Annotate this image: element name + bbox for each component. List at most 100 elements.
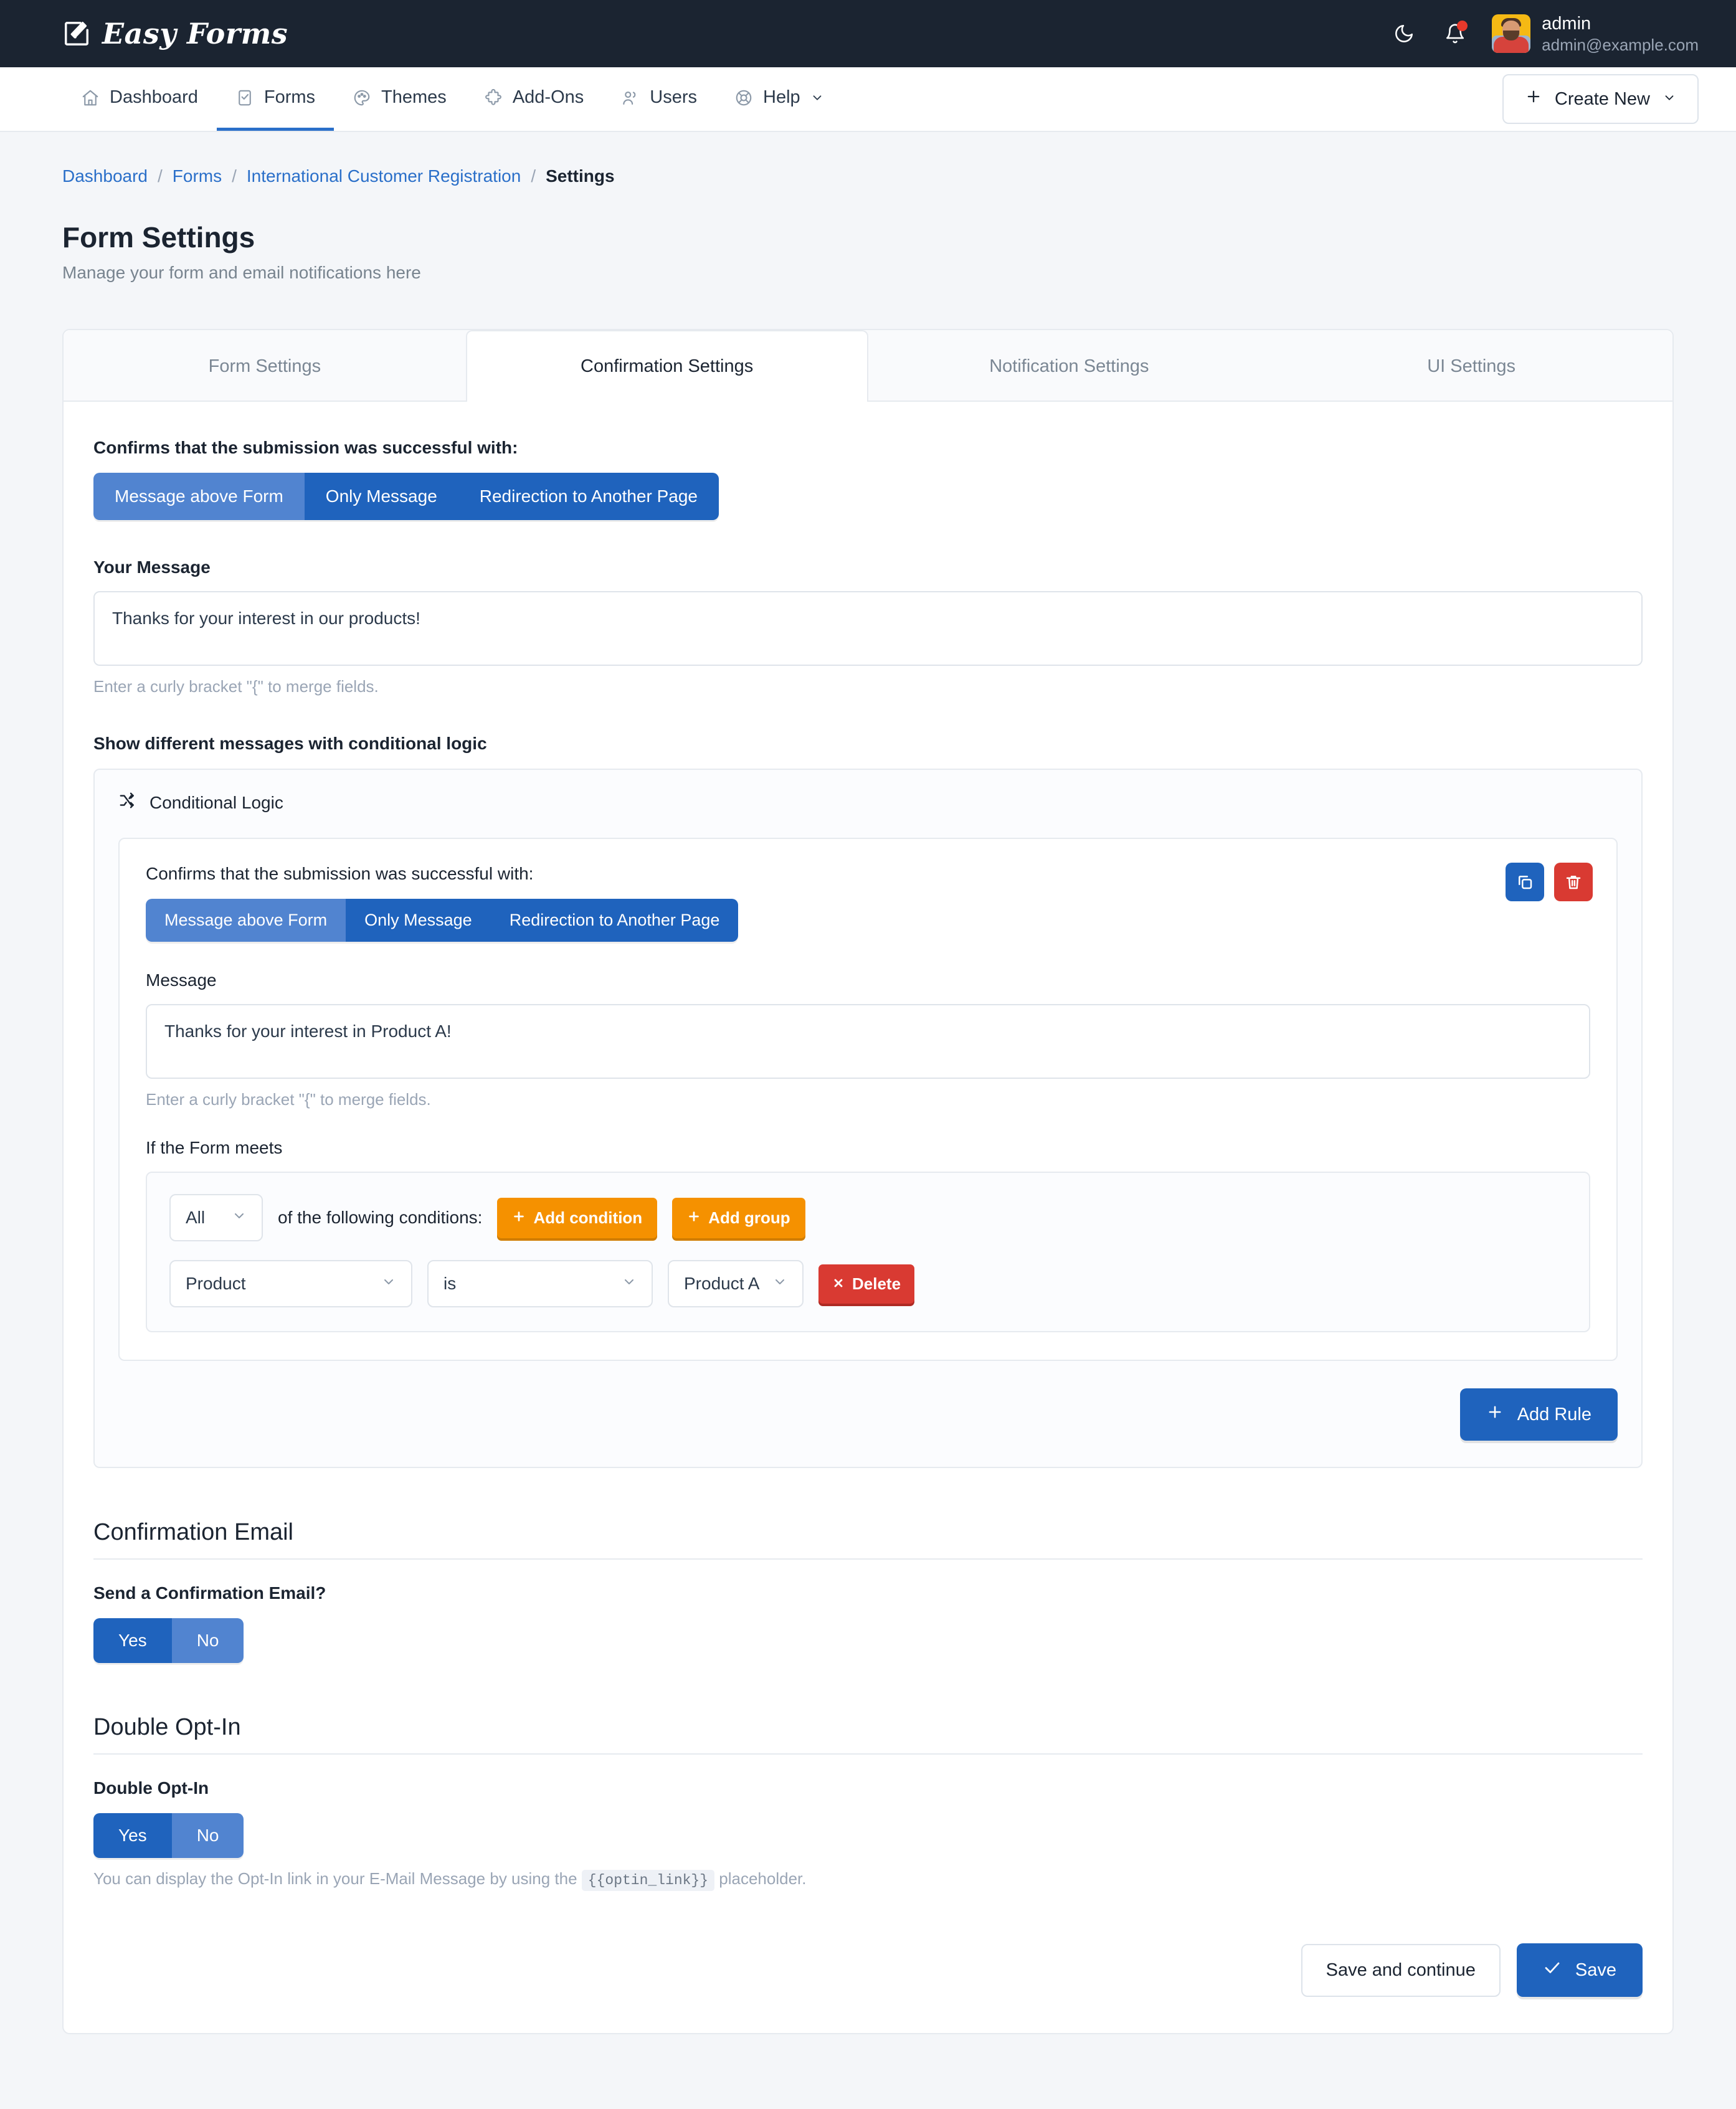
tab-form-settings[interactable]: Form Settings: [64, 330, 466, 402]
send-confirmation-email-no[interactable]: No: [171, 1618, 244, 1663]
conditional-rule: Confirms that the submission was success…: [118, 838, 1618, 1361]
chevron-down-icon: [810, 91, 824, 105]
confirmation-type-group: Message above Form Only Message Redirect…: [93, 473, 719, 520]
tab-ui-settings[interactable]: UI Settings: [1270, 330, 1672, 402]
nav-right: Create New: [1502, 67, 1699, 131]
create-new-button[interactable]: Create New: [1502, 74, 1699, 124]
rule-type-option-only-message[interactable]: Only Message: [346, 899, 491, 942]
tab-confirmation-settings[interactable]: Confirmation Settings: [465, 330, 868, 402]
if-form-meets-label: If the Form meets: [146, 1138, 283, 1157]
nav-item-themes[interactable]: Themes: [334, 67, 465, 131]
confirmation-type-option-only-message[interactable]: Only Message: [304, 473, 458, 520]
nav-item-addons[interactable]: Add-Ons: [465, 67, 602, 131]
delete-condition-label: Delete: [852, 1274, 901, 1293]
your-message-hint: Enter a curly bracket "{" to merge field…: [93, 677, 379, 696]
rule-type-group: Message above Form Only Message Redirect…: [146, 899, 739, 942]
rule-message-label: Message: [146, 970, 217, 990]
close-icon: [832, 1274, 845, 1294]
confirmation-email-section: Confirmation Email Send a Confirmation E…: [93, 1519, 1643, 1663]
form-edit-icon: [62, 19, 91, 48]
match-type-value: All: [186, 1208, 206, 1227]
palette-icon: [353, 88, 371, 107]
conditional-logic-footer: Add Rule: [118, 1388, 1618, 1441]
breadcrumb: Dashboard / Forms / International Custom…: [62, 132, 1674, 186]
shuffle-icon: [118, 791, 137, 814]
add-rule-button[interactable]: Add Rule: [1459, 1388, 1618, 1441]
nav-item-help[interactable]: Help: [716, 67, 843, 131]
condition-builder-toolbar: All of the following conditions: Add con…: [169, 1194, 1567, 1241]
your-message-input[interactable]: Thanks for your interest in our products…: [93, 591, 1643, 666]
brand-logo[interactable]: Easy Forms: [62, 17, 288, 50]
save-and-continue-button[interactable]: Save and continue: [1301, 1943, 1501, 1997]
chevron-down-icon: [232, 1208, 247, 1228]
nav-label: Forms: [263, 87, 316, 107]
check-icon: [1543, 1958, 1562, 1982]
condition-value-select[interactable]: Product A: [668, 1260, 804, 1307]
page-content: Dashboard / Forms / International Custom…: [0, 132, 1736, 2034]
double-optin-no[interactable]: No: [171, 1813, 244, 1858]
double-optin-label: Double Opt-In: [93, 1778, 209, 1798]
condition-operator-select[interactable]: is: [427, 1260, 653, 1307]
double-optin-title: Double Opt-In: [93, 1714, 1643, 1755]
page-title: Form Settings: [62, 221, 255, 254]
nav-items: Dashboard Forms Themes Add-Ons Users Hel…: [62, 67, 843, 131]
form-check-icon: [235, 88, 254, 107]
trash-icon[interactable]: [1554, 863, 1593, 901]
settings-tabs: Form Settings Confirmation Settings Noti…: [64, 330, 1672, 402]
bell-icon[interactable]: [1441, 19, 1469, 48]
main-nav: Dashboard Forms Themes Add-Ons Users Hel…: [0, 67, 1736, 132]
rule-type-label: Confirms that the submission was success…: [146, 864, 534, 883]
condition-operator-value: is: [443, 1274, 457, 1293]
create-new-label: Create New: [1554, 88, 1650, 109]
plus-icon: [1525, 88, 1542, 110]
rule-message-hint: Enter a curly bracket "{" to merge field…: [146, 1090, 431, 1109]
nav-item-users[interactable]: Users: [602, 67, 716, 131]
breadcrumb-separator: /: [232, 166, 237, 186]
home-icon: [81, 88, 100, 107]
chevron-down-icon: [622, 1274, 637, 1294]
top-bar: Easy Forms admin admin@example.com: [0, 0, 1736, 67]
nav-label: Dashboard: [110, 87, 198, 107]
chevron-down-icon: [1662, 89, 1676, 110]
delete-condition-button[interactable]: Delete: [818, 1264, 915, 1304]
breadcrumb-forms[interactable]: Forms: [173, 166, 222, 186]
confirmation-type-option-message-above-form[interactable]: Message above Form: [93, 473, 305, 520]
double-optin-yes[interactable]: Yes: [93, 1813, 172, 1858]
rule-message-input[interactable]: Thanks for your interest in Product A!: [146, 1004, 1590, 1079]
nav-item-forms[interactable]: Forms: [216, 67, 334, 131]
breadcrumb-form-name[interactable]: International Customer Registration: [247, 166, 521, 186]
confirmation-email-title: Confirmation Email: [93, 1519, 1643, 1560]
save-button[interactable]: Save: [1516, 1943, 1643, 1997]
copy-icon[interactable]: [1506, 863, 1544, 901]
breadcrumb-dashboard[interactable]: Dashboard: [62, 166, 148, 186]
conditional-logic-header: Conditional Logic: [118, 791, 1618, 814]
of-following-conditions-label: of the following conditions:: [278, 1208, 483, 1227]
nav-item-dashboard[interactable]: Dashboard: [62, 67, 217, 131]
moon-icon[interactable]: [1390, 19, 1418, 48]
page-subtitle: Manage your form and email notifications…: [62, 263, 421, 282]
rule-type-option-message-above-form[interactable]: Message above Form: [146, 899, 346, 942]
user-menu[interactable]: admin admin@example.com: [1492, 12, 1699, 55]
add-group-label: Add group: [708, 1208, 790, 1227]
condition-value-value: Product A: [684, 1274, 760, 1293]
tab-notification-settings[interactable]: Notification Settings: [868, 330, 1271, 402]
breadcrumb-current: Settings: [546, 166, 615, 186]
send-confirmation-email-label: Send a Confirmation Email?: [93, 1583, 326, 1603]
lifebuoy-icon: [734, 88, 753, 107]
rule-type-option-redirection[interactable]: Redirection to Another Page: [490, 899, 739, 942]
nav-label: Users: [650, 87, 697, 107]
avatar: [1492, 14, 1531, 53]
breadcrumb-separator: /: [157, 166, 163, 186]
nav-label: Add-Ons: [512, 87, 584, 107]
rule-actions: [1506, 863, 1593, 901]
puzzle-icon: [484, 88, 503, 107]
send-confirmation-email-toggle: Yes No: [93, 1618, 244, 1663]
add-condition-button[interactable]: Add condition: [497, 1197, 658, 1238]
conditional-logic-panel: Conditional Logic Confirms that the subm…: [93, 769, 1643, 1468]
send-confirmation-email-yes[interactable]: Yes: [93, 1618, 172, 1663]
notification-badge: [1457, 21, 1468, 31]
condition-field-select[interactable]: Product: [169, 1260, 412, 1307]
match-type-select[interactable]: All: [169, 1194, 263, 1241]
confirmation-type-option-redirection[interactable]: Redirection to Another Page: [458, 473, 719, 520]
add-group-button[interactable]: Add group: [672, 1197, 805, 1238]
